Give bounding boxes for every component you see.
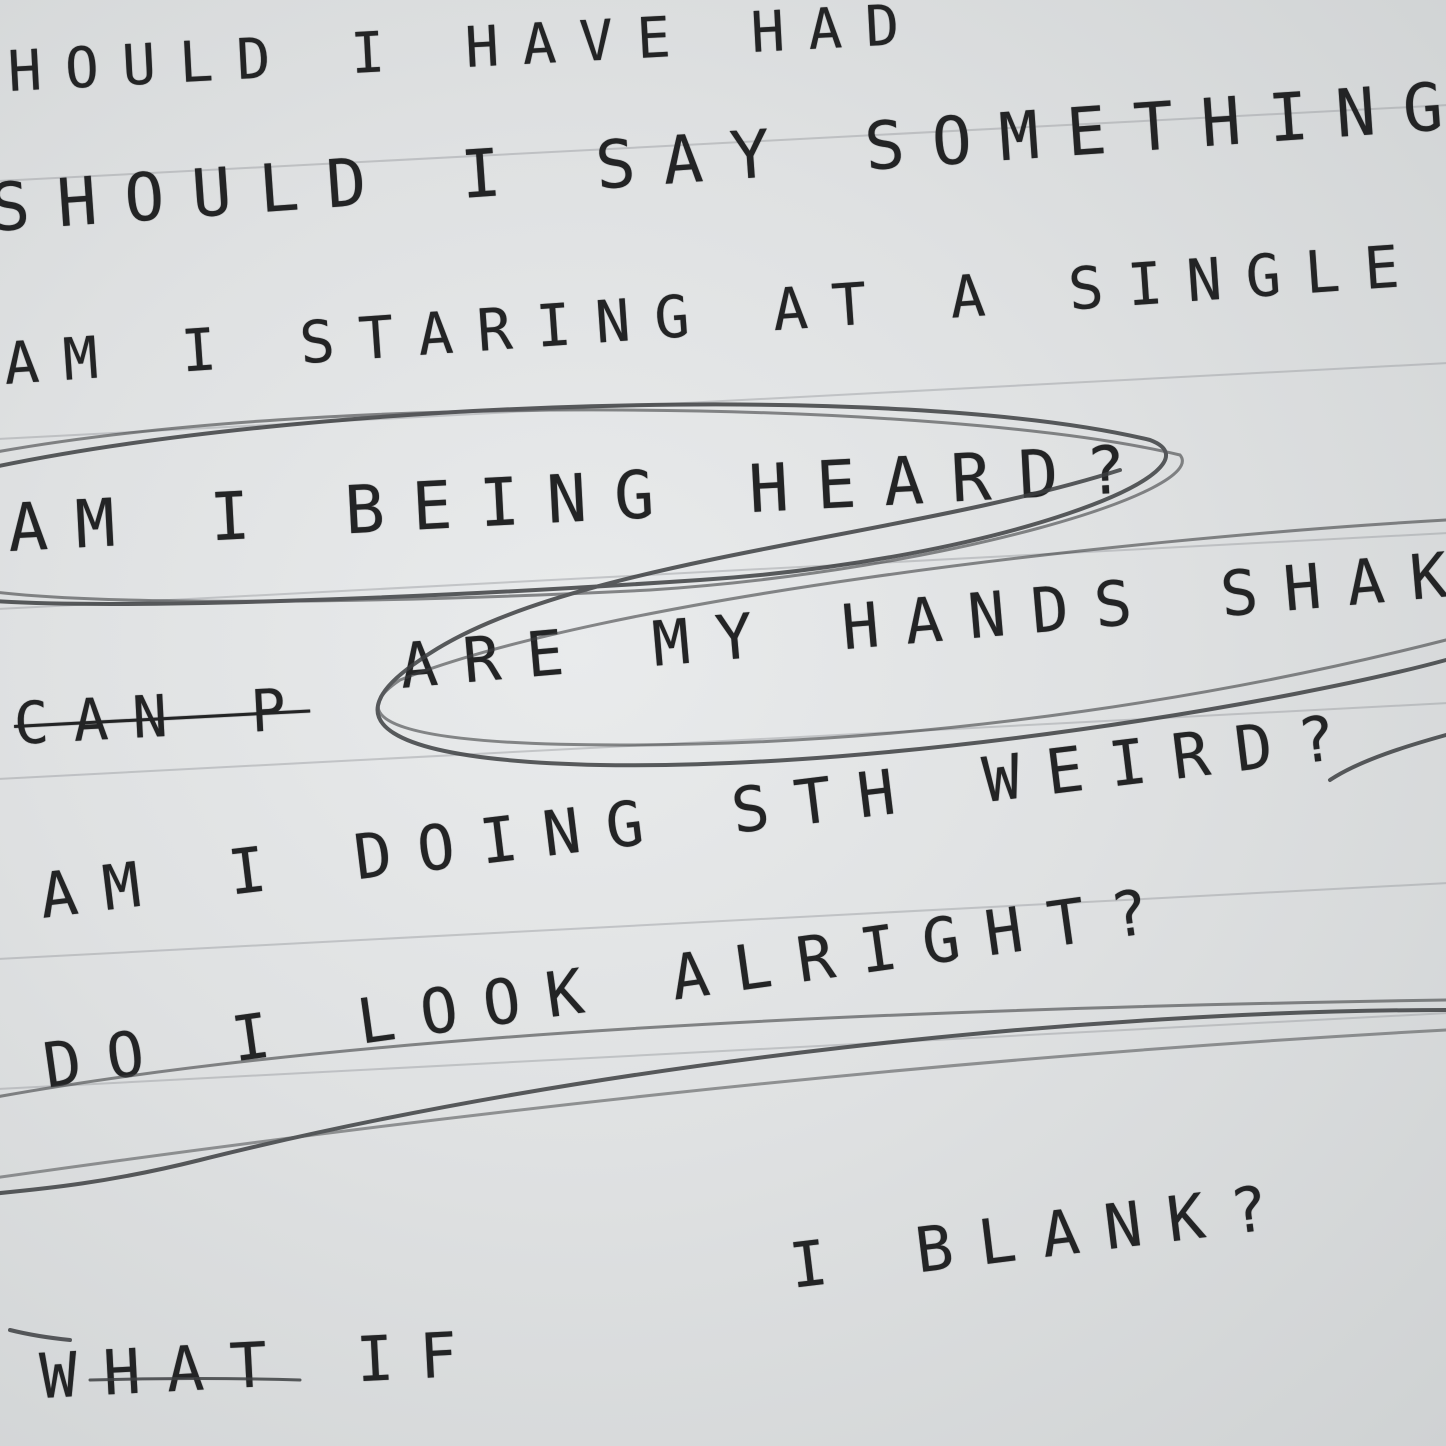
handwritten-line-8: I BLANK? <box>785 1168 1298 1303</box>
handwritten-line-9: WHAT IF <box>38 1316 485 1413</box>
notebook-page: HOULD I HAVE HAD SHOULD I SAY SOMETHING … <box>0 0 1446 1446</box>
handwritten-line-5: ARE MY HANDS SHAKING <box>396 519 1446 703</box>
handwritten-line-3: AM I STARING AT A SINGLE PERS <box>1 210 1446 398</box>
crossed-out-text: CAN P <box>12 674 312 758</box>
handwritten-line-1: HOULD I HAVE HAD <box>6 0 925 105</box>
handwritten-line-4: AM I BEING HEARD? <box>5 430 1156 567</box>
